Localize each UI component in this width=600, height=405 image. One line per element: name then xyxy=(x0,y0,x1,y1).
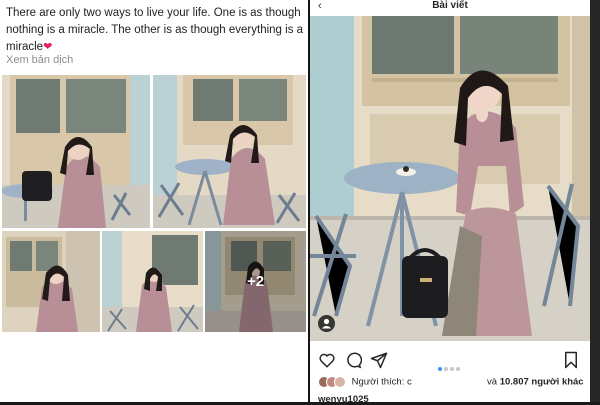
carousel-dot xyxy=(456,367,460,371)
save-icon[interactable] xyxy=(562,351,580,369)
instagram-photo[interactable] xyxy=(310,16,590,341)
post-photo-5[interactable]: +2 xyxy=(205,231,306,332)
see-translation-link[interactable]: Xem bản dịch xyxy=(6,54,73,66)
post-photo-3[interactable] xyxy=(2,231,100,332)
likes-suffix[interactable]: người khác xyxy=(531,377,583,388)
post-text: There are only two ways to live your lif… xyxy=(6,5,304,56)
comment-icon[interactable] xyxy=(344,351,363,369)
carousel-dot-active xyxy=(438,367,442,371)
likes-and: và xyxy=(487,376,498,388)
likes-count[interactable]: 10.807 xyxy=(500,377,529,388)
post-photo-4[interactable] xyxy=(102,231,203,332)
likes-username[interactable]: c xyxy=(407,377,412,388)
likes-prefix: Người thích: xyxy=(351,376,405,388)
caption-username[interactable]: wenyu1025 xyxy=(318,394,369,405)
instagram-header: ‹ Bài viết xyxy=(310,0,590,16)
liker-avatars xyxy=(318,376,346,388)
instagram-post: ‹ Bài viết Người thích: c và 10.807 ngườ… xyxy=(310,0,590,405)
carousel-indicator xyxy=(438,358,462,376)
avatar xyxy=(334,376,346,388)
post-actions xyxy=(310,347,590,373)
like-icon[interactable] xyxy=(318,351,336,369)
post-photo-1[interactable] xyxy=(2,75,150,228)
post-photo-2[interactable] xyxy=(153,75,306,228)
more-photos-count[interactable]: +2 xyxy=(205,231,306,332)
carousel-dot xyxy=(444,367,448,371)
edge-strip xyxy=(590,0,600,402)
header-title: Bài viết xyxy=(432,0,468,11)
heart-icon: ❤ xyxy=(43,41,53,53)
carousel-dot xyxy=(450,367,454,371)
tagged-user-icon[interactable] xyxy=(318,315,335,332)
facebook-post: There are only two ways to live your lif… xyxy=(0,0,308,402)
likes-summary[interactable]: Người thích: c và 10.807 người khác xyxy=(318,376,588,388)
share-icon[interactable] xyxy=(370,351,388,369)
caption: wenyu1025 xyxy=(318,394,369,405)
